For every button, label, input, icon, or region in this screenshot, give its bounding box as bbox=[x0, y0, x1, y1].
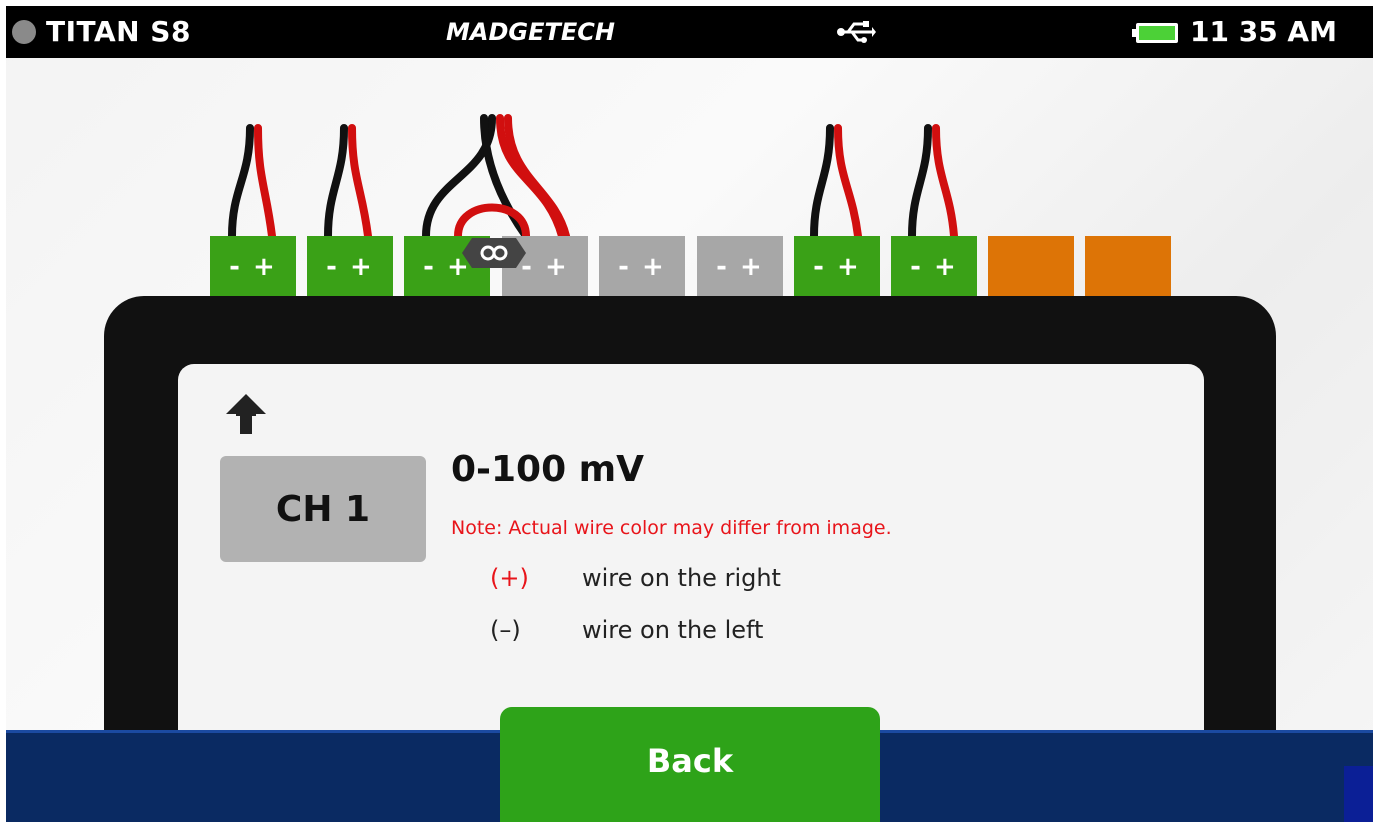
terminal-7: - + bbox=[794, 236, 880, 298]
battery-icon bbox=[1132, 23, 1178, 43]
status-dot-icon bbox=[12, 20, 36, 44]
terminal-2: - + bbox=[307, 236, 393, 298]
terminal-6: - + bbox=[697, 236, 783, 298]
terminal-5: - + bbox=[599, 236, 685, 298]
usb-icon bbox=[837, 21, 876, 43]
terminal-1: - + bbox=[210, 236, 296, 298]
terminal-10 bbox=[1085, 236, 1171, 298]
terminal-9 bbox=[988, 236, 1074, 298]
device-name: TITAN S8 bbox=[46, 15, 191, 48]
positive-wire-row: (+) wire on the right bbox=[490, 564, 781, 592]
positive-wire-text: wire on the right bbox=[582, 564, 781, 592]
bottom-accent bbox=[1344, 766, 1373, 822]
terminal-8: - + bbox=[891, 236, 977, 298]
range-title: 0-100 mV bbox=[451, 449, 645, 490]
link-icon bbox=[462, 238, 526, 268]
arrow-up-icon bbox=[226, 394, 266, 434]
back-button[interactable]: Back bbox=[500, 707, 880, 822]
screen: TITAN S8 MADGETECH 11 35 AM - + - + - + … bbox=[6, 6, 1373, 822]
positive-symbol: (+) bbox=[490, 564, 529, 592]
negative-wire-row: (–) wire on the left bbox=[490, 616, 763, 644]
negative-symbol: (–) bbox=[490, 616, 521, 644]
brand-logo: MADGETECH bbox=[446, 18, 615, 46]
channel-badge: CH 1 bbox=[220, 456, 426, 562]
wire-color-note: Note: Actual wire color may differ from … bbox=[451, 517, 892, 539]
wires-illustration bbox=[228, 114, 958, 240]
status-bar: TITAN S8 MADGETECH 11 35 AM bbox=[6, 6, 1373, 58]
negative-wire-text: wire on the left bbox=[582, 616, 764, 644]
clock: 11 35 AM bbox=[1190, 15, 1337, 48]
